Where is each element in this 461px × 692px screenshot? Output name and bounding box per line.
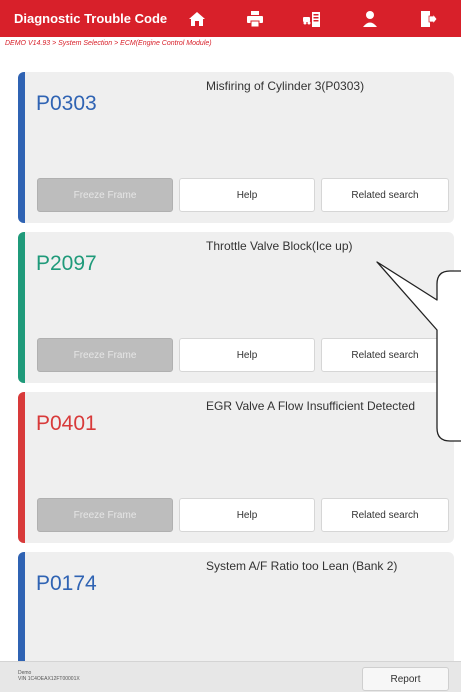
user-icon[interactable] xyxy=(355,6,385,32)
top-bar: Diagnostic Trouble Code xyxy=(0,0,461,37)
vehicle-vin: VIN 1C4OEAX12FT00001X xyxy=(18,676,80,682)
dtc-description: EGR Valve A Flow Insufficient Detected xyxy=(206,399,415,413)
related-search-button[interactable]: Related search xyxy=(321,498,449,532)
home-icon[interactable] xyxy=(182,6,212,32)
dtc-card: P0401 EGR Valve A Flow Insufficient Dete… xyxy=(18,392,454,543)
report-button[interactable]: Report xyxy=(362,667,449,691)
related-search-button[interactable]: Related search xyxy=(321,338,449,372)
vehicle-info: Demo VIN 1C4OEAX12FT00001X xyxy=(18,670,80,682)
dtc-card: P0303 Misfiring of Cylinder 3(P0303) Fre… xyxy=(18,72,454,223)
vehicle-list-icon[interactable] xyxy=(297,6,327,32)
help-button[interactable]: Help xyxy=(179,338,315,372)
related-search-button[interactable]: Related search xyxy=(321,178,449,212)
print-icon[interactable] xyxy=(240,6,270,32)
freeze-frame-button[interactable]: Freeze Frame xyxy=(37,338,173,372)
exit-icon[interactable] xyxy=(413,6,443,32)
breadcrumb: DEMO V14.93 > System Selection > ECM(Eng… xyxy=(0,37,461,54)
severity-bar xyxy=(18,552,25,672)
help-button[interactable]: Help xyxy=(179,498,315,532)
dtc-code: P0401 xyxy=(36,412,97,435)
dtc-description: Misfiring of Cylinder 3(P0303) xyxy=(206,79,365,93)
button-row: Freeze Frame Help Related search xyxy=(37,178,449,212)
dtc-list: P0303 Misfiring of Cylinder 3(P0303) Fre… xyxy=(18,72,454,672)
dtc-code: P0174 xyxy=(36,572,97,595)
dtc-card: P2097 Throttle Valve Block(Ice up) Freez… xyxy=(18,232,454,383)
dtc-code: P0303 xyxy=(36,92,97,115)
dtc-card: P0174 System A/F Ratio too Lean (Bank 2) xyxy=(18,552,454,672)
button-row: Freeze Frame Help Related search xyxy=(37,498,449,532)
footer-bar: Demo VIN 1C4OEAX12FT00001X Report xyxy=(0,661,461,692)
page-title: Diagnostic Trouble Code xyxy=(14,11,168,26)
freeze-frame-button[interactable]: Freeze Frame xyxy=(37,498,173,532)
severity-bar xyxy=(18,232,25,383)
freeze-frame-button[interactable]: Freeze Frame xyxy=(37,178,173,212)
dtc-description: System A/F Ratio too Lean (Bank 2) xyxy=(206,559,398,573)
severity-bar xyxy=(18,72,25,223)
help-button[interactable]: Help xyxy=(179,178,315,212)
severity-bar xyxy=(18,392,25,543)
dtc-code: P2097 xyxy=(36,252,97,275)
button-row: Freeze Frame Help Related search xyxy=(37,338,449,372)
toolbar xyxy=(168,6,461,32)
dtc-description: Throttle Valve Block(Ice up) xyxy=(206,239,353,253)
